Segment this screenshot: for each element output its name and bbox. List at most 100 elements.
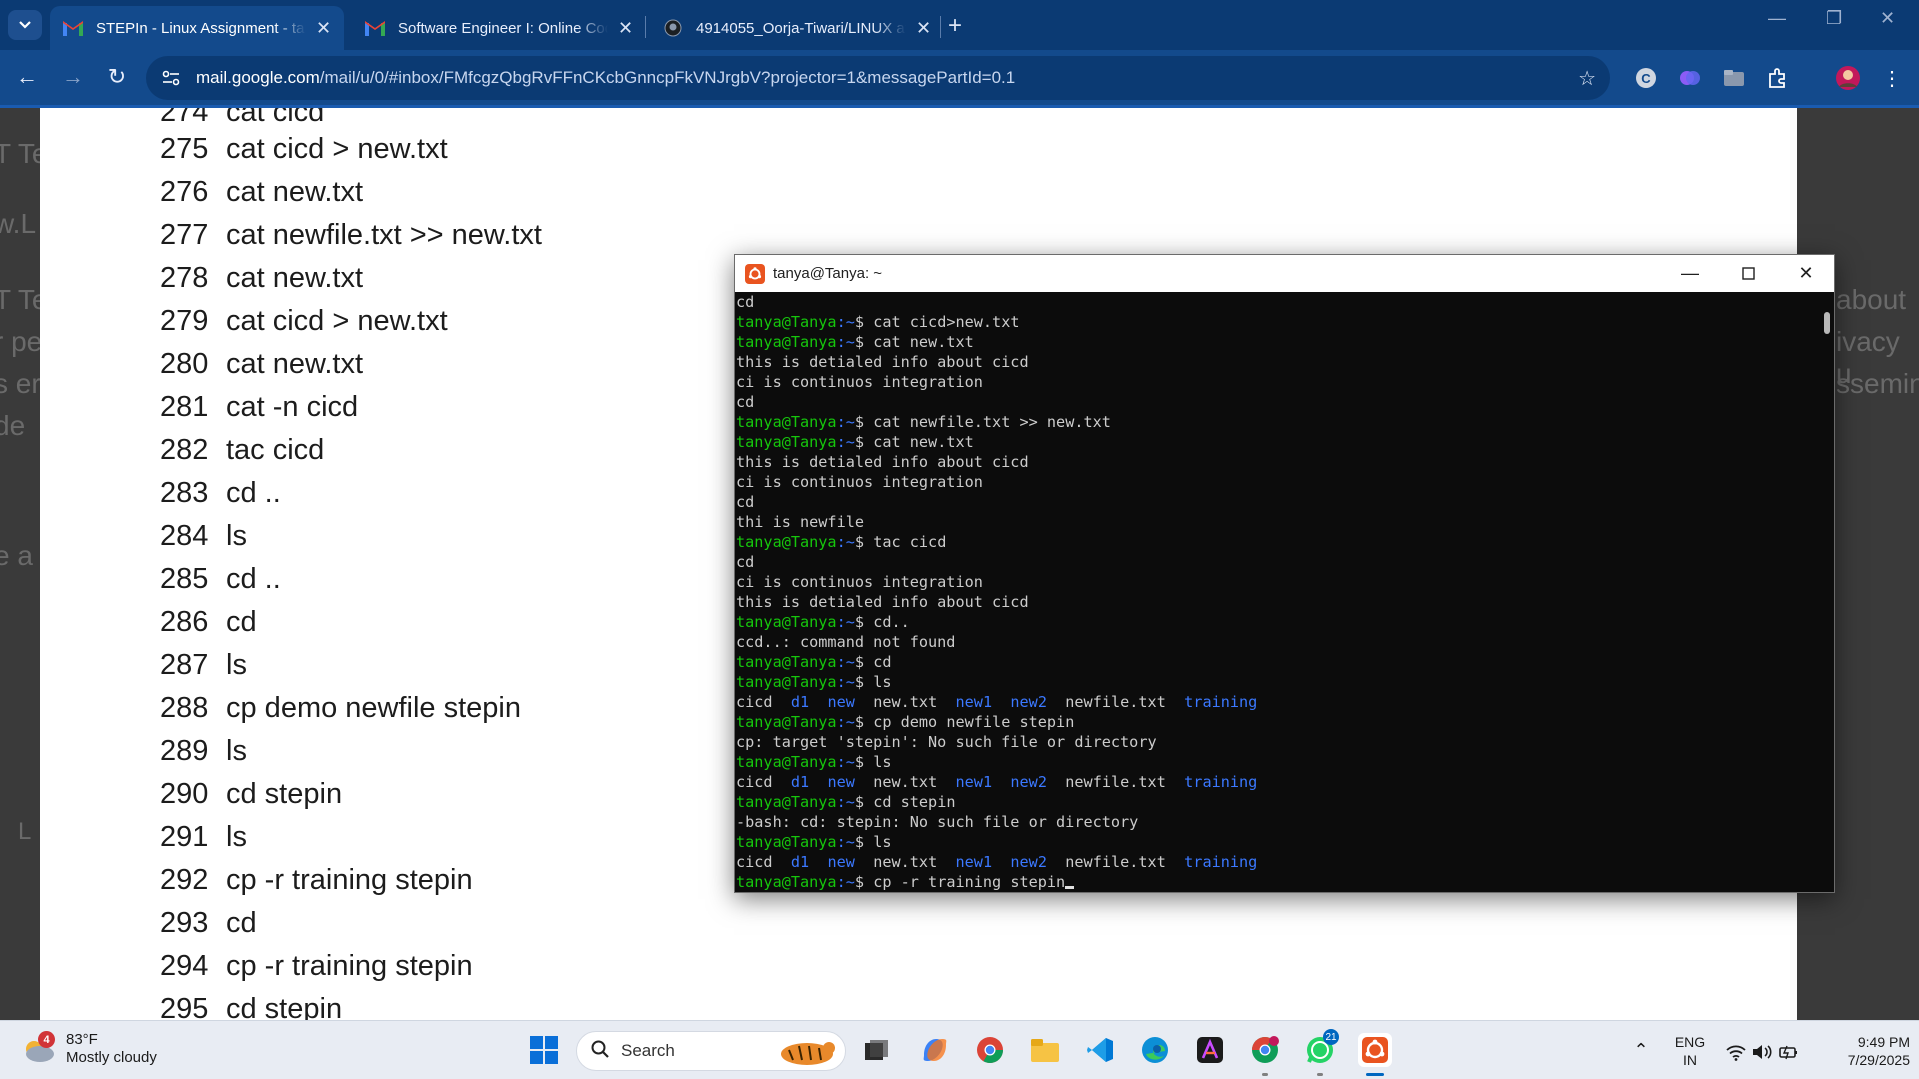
running-indicator (1317, 1073, 1323, 1076)
ls-directory: new1 (955, 853, 993, 871)
prompt-symbol: $ (854, 873, 874, 891)
ubuntu-icon (745, 263, 765, 284)
vscode-icon[interactable] (1083, 1033, 1117, 1067)
prompt-user: tanya@Tanya (736, 873, 837, 891)
clock-date: 7/29/2025 (1847, 1052, 1910, 1068)
profile-avatar[interactable] (1834, 64, 1862, 92)
system-tray-status[interactable] (1722, 1035, 1802, 1069)
browser-menu-icon[interactable]: ⋮ (1878, 64, 1906, 92)
history-line: 280 cat new.txt (160, 348, 364, 380)
task-view-icon[interactable] (860, 1033, 894, 1067)
history-line: 289 ls (160, 735, 247, 767)
terminal-line: tanya@Tanya:~$ ls (736, 672, 1817, 692)
prompt-symbol: $ (854, 333, 874, 351)
browser-toolbar: ← → ↻ mail.google.com/mail/u/0/#inbox/FM… (0, 50, 1919, 108)
close-tab-icon[interactable]: ✕ (916, 18, 931, 39)
site-info-icon[interactable] (160, 70, 182, 86)
new-tab-button[interactable]: + (948, 12, 962, 40)
prompt-user: tanya@Tanya (736, 433, 837, 451)
ls-file: cicd (736, 693, 773, 711)
backdrop-text: r pe (0, 326, 43, 357)
extension-folder-icon[interactable] (1720, 64, 1748, 92)
window-close-button[interactable]: ✕ (1880, 8, 1895, 29)
terminal-scrollbar[interactable] (1824, 312, 1830, 334)
history-line: 276 cat new.txt (160, 176, 364, 208)
prompt-user: tanya@Tanya (736, 713, 837, 731)
edge-icon[interactable] (1138, 1033, 1172, 1067)
history-line: 279 cat cicd > new.txt (160, 305, 448, 337)
history-line: 288 cp demo newfile stepin (160, 692, 521, 724)
search-label: Search (621, 1041, 675, 1060)
weather-widget[interactable]: 4 83°F Mostly cloudy (20, 1031, 157, 1067)
active-indicator (1366, 1073, 1384, 1076)
prompt-path: :~ (836, 713, 855, 731)
reload-button[interactable]: ↻ (102, 64, 132, 90)
extension-brain-icon[interactable] (1676, 64, 1704, 92)
terminal-line: this is detialed info about cicd (736, 353, 1029, 371)
extension-c-icon[interactable]: C (1632, 64, 1660, 92)
history-line: 285 cd .. (160, 563, 281, 595)
history-line: 284 ls (160, 520, 247, 552)
ubuntu-terminal-taskbar-icon[interactable] (1358, 1033, 1392, 1067)
tab-stepin-linux-assignment[interactable]: STEPIn - Linux Assignment - tan ✕ (50, 6, 344, 50)
running-indicator (1262, 1073, 1268, 1076)
cloud-icon: 4 (20, 1031, 56, 1063)
ls-directory: d1 (790, 773, 810, 791)
file-explorer-icon[interactable] (1028, 1033, 1062, 1067)
terminal-title-bar[interactable]: tanya@Tanya: ~ — ✕ (735, 255, 1834, 292)
tab-software-engineer[interactable]: Software Engineer I: Online Cod ✕ (352, 6, 646, 50)
ls-file: new.txt (873, 773, 938, 791)
copilot-icon[interactable] (918, 1033, 952, 1067)
ls-directory: new2 (1010, 693, 1047, 711)
terminal-line: tanya@Tanya:~$ cd.. (736, 612, 1817, 632)
tiger-search-highlight-icon (777, 1036, 837, 1073)
clock[interactable]: 9:49 PM 7/29/2025 (1820, 1033, 1910, 1069)
whatsapp-icon[interactable]: 21 (1303, 1029, 1339, 1067)
close-tab-icon[interactable]: ✕ (618, 18, 633, 39)
extensions-puzzle-icon[interactable] (1764, 64, 1792, 92)
window-restore-button[interactable]: ❐ (1826, 8, 1842, 29)
affinity-icon[interactable] (1193, 1033, 1227, 1067)
start-button[interactable] (527, 1033, 561, 1067)
terminal-window[interactable]: tanya@Tanya: ~ — ✕ cd tanya@Tanya:~$ cat … (734, 254, 1835, 893)
history-line: 291 ls (160, 821, 247, 853)
back-button[interactable]: ← (12, 64, 42, 90)
whatsapp-badge: 21 (1323, 1029, 1339, 1045)
close-tab-icon[interactable]: ✕ (316, 18, 331, 39)
command-text: cp -r training stepin (873, 873, 1066, 891)
terminal-line: tanya@Tanya:~$ cat new.txt (736, 432, 1817, 452)
backdrop-text: de (0, 410, 26, 441)
tab-title: STEPIn - Linux Assignment - tan (96, 19, 306, 37)
show-hidden-icons-chevron-icon[interactable]: ⌃ (1624, 1033, 1658, 1067)
tab-search-button[interactable] (8, 10, 42, 40)
ls-file: new.txt (873, 853, 938, 871)
chrome-icon[interactable] (973, 1033, 1007, 1067)
terminal-maximize-button[interactable] (1728, 259, 1768, 287)
history-line: 277 cat newfile.txt >> new.txt (160, 219, 542, 251)
prompt-path: :~ (836, 413, 855, 431)
ls-file: cicd (736, 773, 773, 791)
address-bar[interactable]: mail.google.com/mail/u/0/#inbox/FMfcgzQb… (146, 56, 1610, 100)
prompt-symbol: $ (854, 653, 874, 671)
terminal-minimize-button[interactable]: — (1670, 259, 1710, 287)
ls-directory: new (827, 773, 855, 791)
bookmark-star-icon[interactable]: ☆ (1578, 66, 1596, 91)
prompt-path: :~ (836, 753, 855, 771)
forward-button[interactable]: → (58, 64, 88, 90)
history-line: 292 cp -r training stepin (160, 864, 473, 896)
prompt-user: tanya@Tanya (736, 613, 837, 631)
tab-github-linux[interactable]: 4914055_Oorja-Tiwari/LINUX at ✕ (650, 6, 944, 50)
volume-icon (1753, 1045, 1772, 1059)
terminal-line: ci is continuos integration (736, 573, 983, 591)
prompt-symbol: $ (854, 833, 874, 851)
window-minimize-button[interactable]: — (1768, 8, 1786, 29)
taskbar-search[interactable]: Search (576, 1031, 846, 1071)
terminal-line: cd (736, 393, 755, 411)
command-text: cd (873, 653, 892, 671)
language-indicator[interactable]: ENG IN (1672, 1033, 1708, 1069)
terminal-output[interactable]: cd tanya@Tanya:~$ cat cicd>new.txt tanya@T… (735, 292, 1817, 892)
command-text: ls (873, 753, 892, 771)
terminal-close-button[interactable]: ✕ (1786, 259, 1826, 287)
chrome-profile-icon[interactable] (1248, 1033, 1282, 1067)
terminal-line: cicd d1 new new.txt new1 new2 newfile.tx… (736, 692, 1817, 712)
